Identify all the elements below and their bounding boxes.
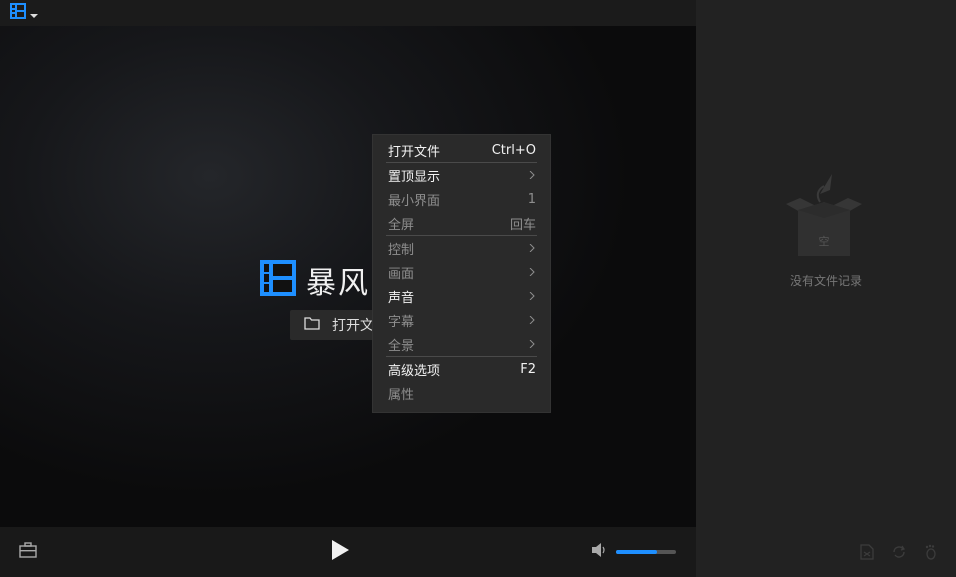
menu-item-mini-mode[interactable]: 最小界面 1 [373, 187, 550, 211]
menu-item-label: 全景 [388, 338, 415, 354]
volume-slider[interactable] [616, 550, 676, 554]
chevron-right-icon [528, 265, 536, 280]
menu-item-label: 打开文件 [388, 144, 441, 160]
brand-logo: 暴风 [260, 258, 370, 302]
menu-item-open-file[interactable]: 打开文件 Ctrl+O [373, 138, 550, 162]
menu-item-panorama[interactable]: 全景 [373, 332, 550, 356]
control-bar [0, 527, 696, 577]
menu-item-picture[interactable]: 画面 [373, 260, 550, 284]
menu-item-subtitles[interactable]: 字幕 [373, 308, 550, 332]
empty-box-char: 空 [819, 234, 830, 248]
speaker-icon [591, 542, 607, 562]
menu-item-control[interactable]: 控制 [373, 236, 550, 260]
playlist-file-button[interactable] [858, 544, 876, 564]
loop-icon [891, 544, 907, 564]
menu-item-audio[interactable]: 声音 [373, 284, 550, 308]
toolbox-button[interactable] [18, 542, 38, 562]
menu-item-label: 声音 [388, 290, 415, 306]
menu-item-label: 最小界面 [388, 193, 441, 209]
menu-item-label: 字幕 [388, 314, 415, 330]
menu-item-label: 控制 [388, 242, 415, 258]
menu-item-label: 全屏 [388, 217, 415, 233]
film-logo-icon [260, 260, 296, 300]
context-menu: 打开文件 Ctrl+O 置顶显示 最小界面 1 全屏 回车 控制 画面 声音 字… [372, 134, 551, 413]
menu-item-shortcut: F2 [520, 361, 536, 377]
open-file-label: 打开文 [332, 318, 374, 334]
menu-item-label: 置顶显示 [388, 169, 441, 185]
menu-item-label: 高级选项 [388, 363, 441, 379]
chevron-right-icon [528, 337, 536, 352]
volume-level [616, 550, 657, 554]
play-icon [330, 539, 350, 565]
chevron-right-icon [528, 313, 536, 328]
chevron-right-icon [528, 241, 536, 256]
menu-item-shortcut: 1 [527, 191, 536, 207]
film-logo-icon [10, 3, 26, 23]
loop-button[interactable] [890, 545, 908, 563]
menu-item-properties[interactable]: 属性 [373, 381, 550, 405]
main-menu-button[interactable] [10, 3, 42, 23]
menu-item-fullscreen[interactable]: 全屏 回车 [373, 211, 550, 235]
brand-text: 暴风 [306, 266, 370, 301]
menu-item-shortcut: 回车 [509, 217, 536, 233]
menu-item-label: 属性 [388, 387, 415, 403]
menu-item-always-on-top[interactable]: 置顶显示 [373, 163, 550, 187]
play-button[interactable] [328, 540, 352, 564]
file-icon [860, 544, 874, 564]
footprint-button[interactable] [922, 544, 940, 564]
caret-down-icon [30, 4, 38, 23]
playlist-panel: 空 没有文件记录 [696, 0, 956, 577]
empty-playlist-text: 没有文件记录 [789, 274, 862, 288]
chevron-right-icon [528, 168, 536, 183]
footprint-icon [923, 544, 939, 564]
menu-item-label: 画面 [388, 266, 415, 282]
empty-box-icon: 空 [784, 172, 864, 266]
toolbox-icon [19, 542, 37, 562]
menu-item-shortcut: Ctrl+O [491, 142, 536, 158]
folder-icon [304, 316, 320, 334]
mute-button[interactable] [590, 543, 608, 561]
chevron-right-icon [528, 289, 536, 304]
menu-item-advanced-options[interactable]: 高级选项 F2 [373, 357, 550, 381]
